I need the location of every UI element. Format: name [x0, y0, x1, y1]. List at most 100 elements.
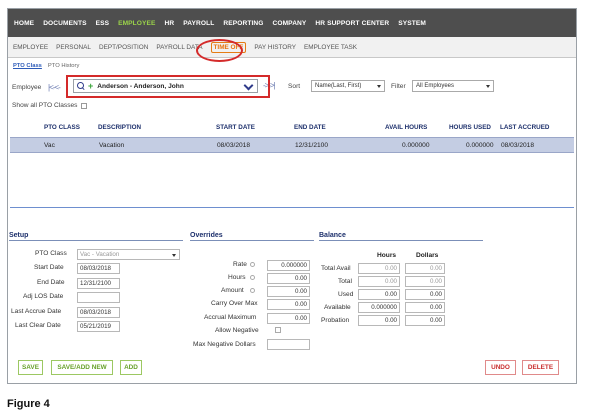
pto-class-select[interactable]: Vac - Vacation	[77, 249, 180, 260]
col-hours-used[interactable]: HOURS USED	[449, 124, 491, 131]
carry-over-max-field[interactable]: 0.00	[267, 299, 310, 310]
filter-label: Filter	[391, 83, 406, 90]
sub-nav: EMPLOYEE PERSONAL DEPT/POSITION PAYROLL …	[8, 37, 576, 58]
total-label: Total	[338, 278, 352, 285]
save-button[interactable]: SAVE	[18, 360, 43, 375]
adj-los-date-field[interactable]	[77, 292, 120, 303]
hours-label: Hours	[228, 274, 246, 281]
last-clear-date-field[interactable]: 05/21/2019	[77, 321, 120, 332]
section-divider	[10, 207, 574, 208]
col-start-date[interactable]: START DATE	[216, 124, 255, 131]
total-avail-dollars: 0.00	[405, 263, 445, 274]
nav-ess[interactable]: ESS	[96, 20, 110, 27]
caret-down-icon	[172, 254, 176, 257]
available-dollars: 0.00	[405, 302, 445, 313]
employee-label: Employee	[12, 83, 42, 91]
total-avail-label: Total Avail	[321, 265, 351, 272]
end-date-label: End Date	[37, 279, 65, 286]
figure-caption: Figure 4	[7, 398, 50, 410]
col-description[interactable]: DESCRIPTION	[98, 124, 141, 131]
used-dollars: 0.00	[405, 289, 445, 300]
last-accrue-date-field[interactable]: 08/03/2018	[77, 307, 120, 318]
amount-field[interactable]: 0.00	[267, 286, 310, 297]
add-button[interactable]: ADD	[120, 360, 142, 375]
cell-last-accrued: 08/03/2018	[501, 142, 535, 149]
app-window: HOME DOCUMENTS ESS EMPLOYEE HR PAYROLL R…	[7, 8, 577, 384]
total-dollars: 0.00	[405, 276, 445, 287]
employee-callout-box	[66, 75, 270, 98]
nav-documents[interactable]: DOCUMENTS	[43, 20, 86, 27]
nav-hr[interactable]: HR	[165, 20, 175, 27]
nav-home[interactable]: HOME	[14, 20, 34, 27]
probation-dollars: 0.00	[405, 315, 445, 326]
sort-label: Sort	[288, 83, 301, 90]
subnav-employee-task[interactable]: EMPLOYEE TASK	[304, 44, 357, 51]
adj-los-date-label: Adj LOS Date	[23, 293, 64, 300]
probation-label: Probation	[321, 317, 350, 324]
amount-checkbox[interactable]	[250, 288, 255, 293]
last-accrue-date-label: Last Accrue Date	[11, 308, 62, 315]
balance-title: Balance	[319, 232, 483, 241]
allow-negative-checkbox[interactable]	[275, 327, 281, 333]
start-date-label: Start Date	[34, 264, 64, 271]
table-row[interactable]: Vac Vacation 08/03/2018 12/31/2100 0.000…	[10, 137, 574, 153]
cell-pto-class: Vac	[44, 142, 55, 149]
used-label: Used	[338, 291, 354, 298]
accrual-maximum-label: Accrual Maximum	[204, 314, 257, 321]
caret-down-icon	[486, 85, 490, 88]
sort-select[interactable]: Name(Last, First)	[311, 80, 385, 92]
balance-hours-header: Hours	[377, 252, 397, 259]
tab-pto-class[interactable]: PTO Class	[13, 63, 42, 69]
available-label: Available	[324, 304, 351, 311]
subnav-personal[interactable]: PERSONAL	[56, 44, 91, 51]
nav-employee[interactable]: EMPLOYEE	[118, 20, 155, 27]
filter-select[interactable]: All Employees	[412, 80, 494, 92]
subnav-employee[interactable]: EMPLOYEE	[13, 44, 48, 51]
subnav-dept-position[interactable]: DEPT/POSITION	[99, 44, 148, 51]
last-clear-date-label: Last Clear Date	[15, 322, 61, 329]
max-negative-dollars-field[interactable]	[267, 339, 310, 350]
show-all-checkbox[interactable]	[81, 102, 88, 109]
pto-class-value: Vac - Vacation	[80, 251, 120, 258]
used-hours: 0.00	[358, 289, 400, 300]
delete-button[interactable]: DELETE	[522, 360, 559, 375]
tab-pto-history[interactable]: PTO History	[48, 63, 79, 69]
pto-tabs: PTO Class PTO History	[13, 63, 85, 69]
nav-system[interactable]: SYSTEM	[398, 20, 426, 27]
accrual-maximum-field[interactable]: 0.00	[267, 313, 310, 324]
col-end-date[interactable]: END DATE	[294, 124, 326, 131]
end-date-field[interactable]: 12/31/2100	[77, 278, 120, 289]
cell-hours-used: 0.000000	[466, 142, 494, 149]
time-off-callout-circle	[196, 39, 243, 62]
col-pto-class[interactable]: PTO CLASS	[44, 124, 80, 131]
rate-field[interactable]: 0.000000	[267, 260, 310, 271]
show-all-label: Show all PTO Classes	[12, 102, 78, 109]
subnav-pay-history[interactable]: PAY HISTORY	[254, 44, 296, 51]
rate-label: Rate	[233, 261, 247, 268]
hours-checkbox[interactable]	[250, 275, 255, 280]
available-hours: 0.000000	[358, 302, 400, 313]
hours-field[interactable]: 0.00	[267, 273, 310, 284]
cell-avail-hours: 0.000000	[402, 142, 430, 149]
amount-label: Amount	[221, 287, 244, 294]
cell-description: Vacation	[99, 142, 125, 149]
rate-checkbox[interactable]	[250, 262, 255, 267]
pto-class-label: PTO Class	[35, 250, 67, 257]
undo-button[interactable]: UNDO	[485, 360, 516, 375]
nav-payroll[interactable]: PAYROLL	[183, 20, 214, 27]
nav-hr-support-center[interactable]: HR SUPPORT CENTER	[315, 20, 389, 27]
col-avail-hours[interactable]: AVAIL HOURS	[385, 124, 427, 131]
show-all-pto-classes: Show all PTO Classes	[12, 102, 88, 109]
caret-down-icon	[377, 85, 381, 88]
nav-company[interactable]: COMPANY	[273, 20, 307, 27]
total-hours: 0.00	[358, 276, 400, 287]
carry-over-max-label: Carry Over Max	[211, 300, 258, 307]
col-last-accrued[interactable]: LAST ACCRUED	[500, 124, 549, 131]
cell-end-date: 12/31/2100	[295, 142, 329, 149]
start-date-field[interactable]: 08/03/2018	[77, 263, 120, 274]
balance-dollars-header: Dollars	[416, 252, 439, 259]
sort-value: Name(Last, First)	[315, 83, 362, 89]
nav-reporting[interactable]: REPORTING	[223, 20, 263, 27]
save-add-new-button[interactable]: SAVE/ADD NEW	[51, 360, 113, 375]
overrides-title: Overrides	[190, 232, 314, 241]
